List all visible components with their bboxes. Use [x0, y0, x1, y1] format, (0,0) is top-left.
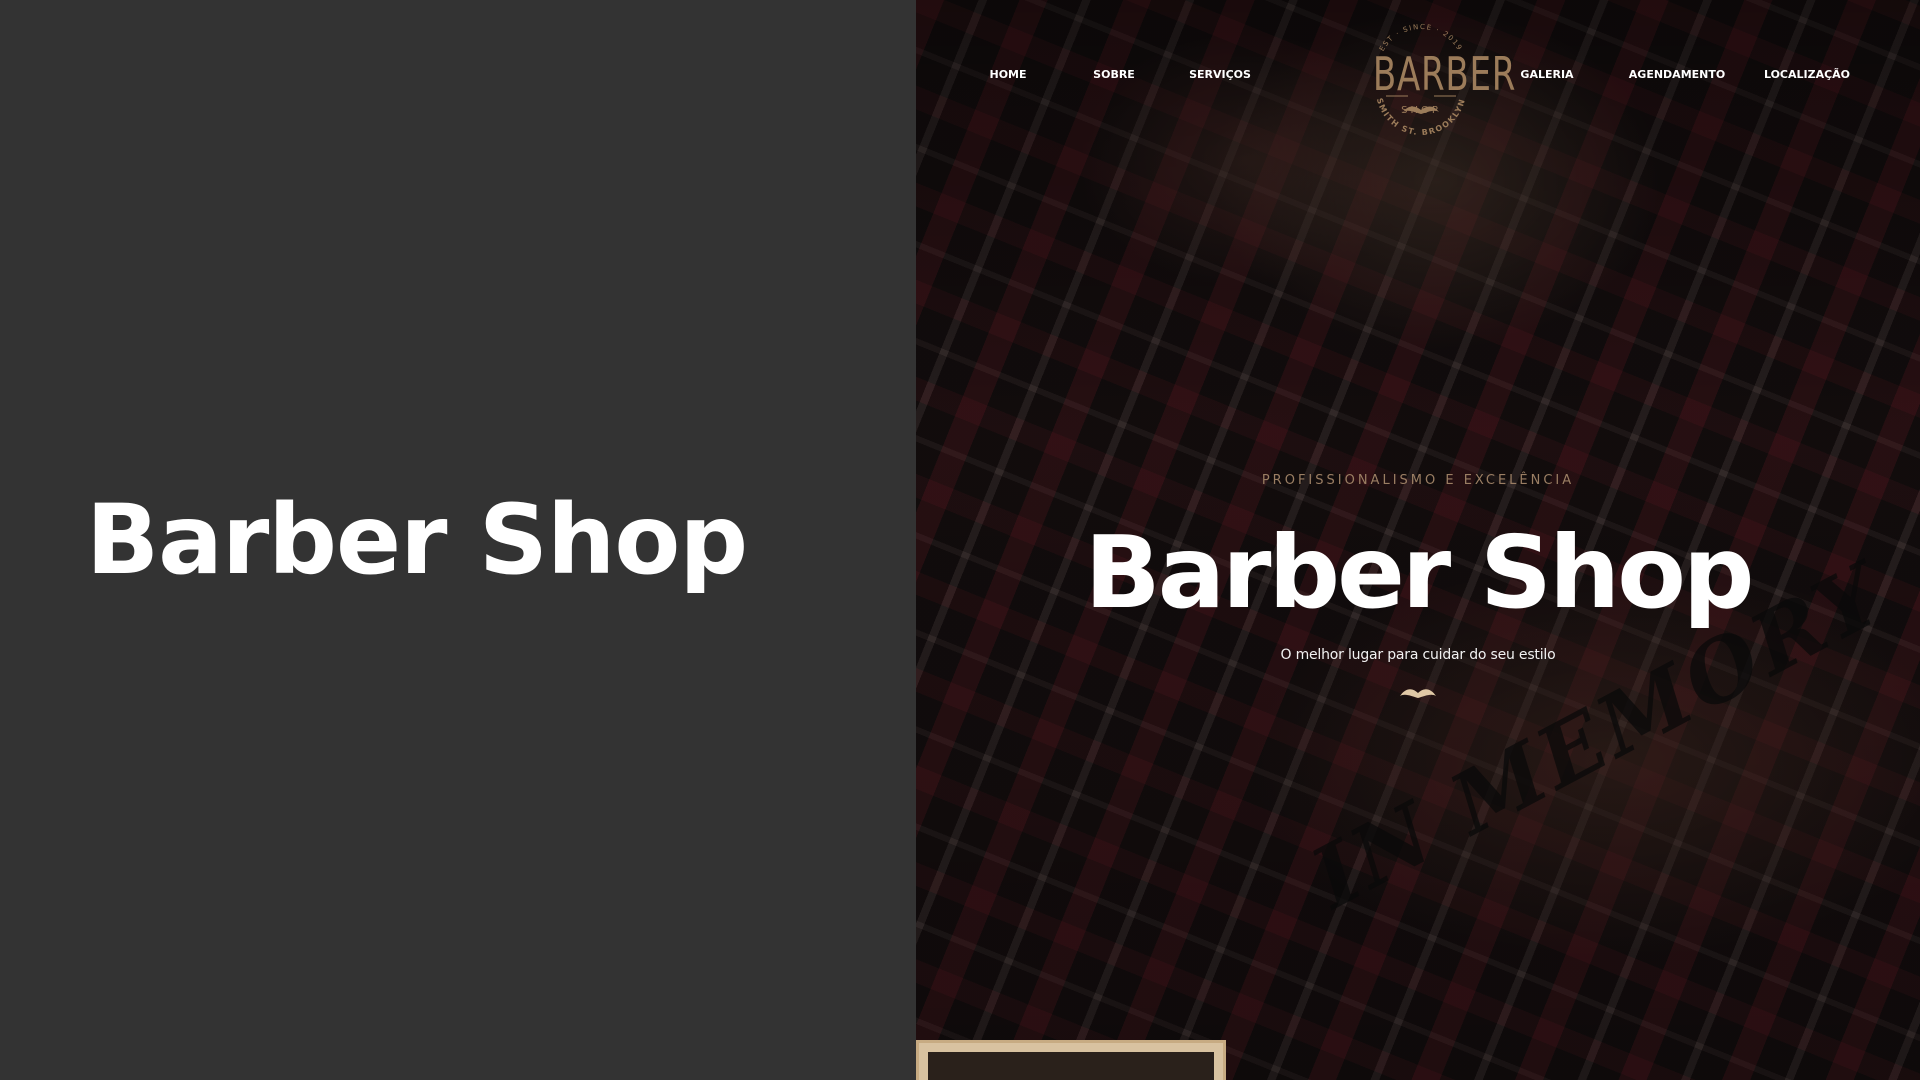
left-title: Barber Shop	[86, 484, 748, 596]
logo-bottom-arc-text: SMITH ST. BROOKLYN	[1375, 97, 1466, 137]
gallery-frame-preview	[916, 1040, 1226, 1080]
nav-servicos[interactable]: SERVIÇOS	[1189, 68, 1251, 81]
nav-galeria[interactable]: GALERIA	[1520, 68, 1573, 81]
svg-text:SMITH ST. BROOKLYN: SMITH ST. BROOKLYN	[1375, 97, 1467, 137]
hero-subtitle: O melhor lugar para cuidar do seu estilo	[1280, 647, 1556, 663]
slide: Barber Shop IN MEMORY HOME SOBRE SERVIÇO…	[0, 0, 1920, 1080]
barber-shop-logo[interactable]: EST · SINCE · 2019 SMITH ST. BROOKLYN BA…	[1356, 20, 1517, 140]
logo-sub: SHOP	[1401, 105, 1441, 116]
nav-home[interactable]: HOME	[989, 68, 1026, 81]
hero-eyebrow: PROFISSIONALISMO E EXCELÊNCIA	[1261, 473, 1575, 488]
hero-title: Barber Shop	[1084, 514, 1754, 631]
top-navigation: HOME SOBRE SERVIÇOS EST · SINCE · 2019 S…	[916, 0, 1920, 150]
nav-sobre[interactable]: SOBRE	[1093, 68, 1135, 81]
nav-localizacao[interactable]: LOCALIZAÇÃO	[1764, 68, 1850, 81]
website-preview: IN MEMORY HOME SOBRE SERVIÇOS EST · SINC…	[916, 0, 1920, 1080]
mustache-icon	[1400, 689, 1436, 698]
nav-agendamento[interactable]: AGENDAMENTO	[1629, 68, 1725, 81]
left-panel: Barber Shop	[0, 0, 916, 1080]
logo-word: BARBER	[1372, 47, 1517, 101]
gallery-frame-image	[928, 1052, 1214, 1080]
